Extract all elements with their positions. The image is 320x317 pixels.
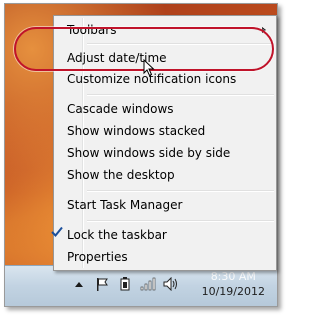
checkmark-icon — [51, 224, 63, 246]
menu-item-cascade-windows[interactable]: Cascade windows — [56, 98, 274, 120]
menu-item-label: Cascade windows — [67, 102, 174, 116]
clock-date: 10/19/2012 — [201, 285, 265, 298]
menu-item-label: Show windows side by side — [67, 146, 231, 160]
notification-area — [71, 276, 179, 292]
menu-item-label: Show windows stacked — [67, 124, 206, 138]
action-center-flag-icon[interactable] — [94, 276, 110, 292]
menu-item-label: Show the desktop — [67, 168, 175, 182]
menu-item-lock-the-taskbar[interactable]: Lock the taskbar — [51, 224, 274, 246]
volume-icon[interactable] — [163, 276, 179, 292]
menu-item-customize-notification-icons[interactable]: Customize notification icons — [56, 68, 274, 90]
menu-item-show-windows-side-by-side[interactable]: Show windows side by side — [56, 142, 274, 164]
menu-item-label: Properties — [67, 250, 128, 264]
menu-item-label: Lock the taskbar — [67, 228, 167, 242]
mouse-pointer-icon — [143, 58, 155, 81]
menu-item-label: Start Task Manager — [67, 198, 183, 212]
menu-separator — [87, 190, 274, 192]
menu-item-start-task-manager[interactable]: Start Task Manager — [56, 194, 274, 216]
taskbar[interactable]: 8:30 AM 10/19/2012 — [5, 265, 277, 306]
menu-item-show-windows-stacked[interactable]: Show windows stacked — [56, 120, 274, 142]
clock-time: 8:30 AM — [210, 270, 256, 283]
network-signal-icon[interactable] — [140, 276, 156, 292]
menu-item-show-the-desktop[interactable]: Show the desktop — [56, 164, 274, 186]
power-icon[interactable] — [117, 276, 133, 292]
menu-item-properties[interactable]: Properties — [56, 246, 274, 268]
show-hidden-arrow-icon[interactable] — [71, 276, 87, 292]
menu-separator — [87, 220, 274, 222]
system-clock[interactable]: 8:30 AM 10/19/2012 — [202, 269, 265, 299]
menu-separator — [87, 94, 274, 96]
